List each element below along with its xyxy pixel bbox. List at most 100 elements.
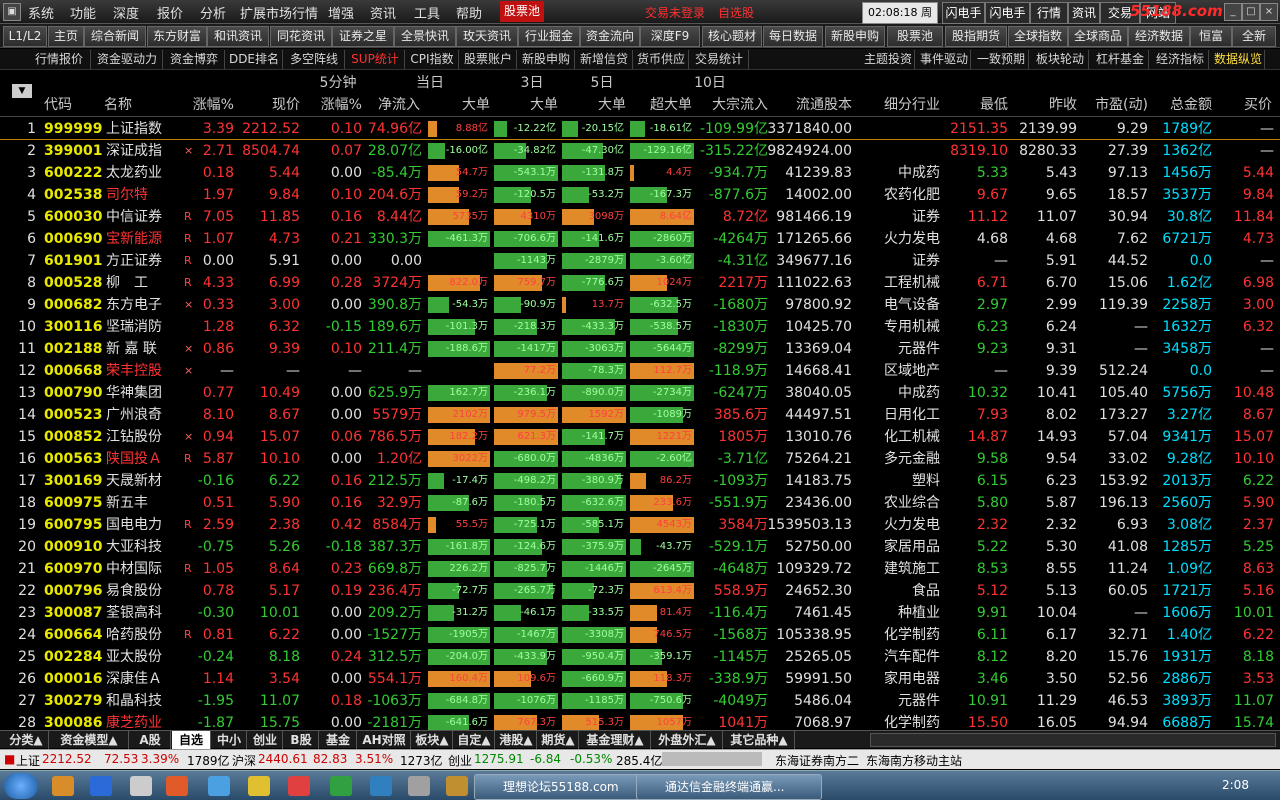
toolbar-button[interactable]: 核心题材	[702, 26, 762, 47]
toolbar-button[interactable]: L1/L2	[3, 26, 47, 47]
right-tab[interactable]: 闪电手	[985, 2, 1030, 24]
toolbar-button[interactable]: 综合新闻	[84, 26, 146, 47]
table-row[interactable]: 14 000523 广州浪奇 8.10 8.67 0.00 5579万 2102万 979.5万…	[0, 404, 1280, 426]
table-row[interactable]: 27 300279 和晶科技 -1.95 11.07 0.18 -1063万 -684.8万 -…	[0, 690, 1280, 712]
toolbar-button[interactable]: 全新	[1232, 26, 1276, 47]
subtab-right[interactable]: 一致预期	[974, 50, 1029, 69]
column-header[interactable]: 总金额	[1170, 94, 1212, 114]
right-tab[interactable]: 资讯	[1068, 2, 1100, 24]
app3-icon[interactable]	[248, 776, 270, 796]
app7-icon[interactable]	[408, 776, 430, 796]
bottom-tab[interactable]: 板块▲	[412, 731, 453, 749]
table-row[interactable]: 9 000682 东方电子 × 0.33 3.00 0.00 390.8万 -54.3万 -90.…	[0, 294, 1280, 316]
subtab[interactable]: SUP统计	[346, 50, 405, 69]
column-header[interactable]: 涨幅%	[321, 94, 362, 114]
table-row[interactable]: 18 600975 新五丰 0.51 5.90 0.16 32.9万 -87.6万 -180.5…	[0, 492, 1280, 514]
table-row[interactable]: 1 999999 上证指数 3.39 2212.52 0.10 74.96亿 8.88亿 -12…	[0, 118, 1280, 140]
toolbar-button[interactable]: 新股申购	[825, 26, 885, 47]
table-row[interactable]: 5 600030 中信证券 R 7.05 11.85 0.16 8.44亿 5735万 4310万…	[0, 206, 1280, 228]
column-header[interactable]: 最低	[980, 94, 1008, 114]
column-header[interactable]: 代码	[44, 94, 72, 114]
table-row[interactable]: 20 000910 大亚科技 -0.75 5.26 -0.18 387.3万 -161.8万 -…	[0, 536, 1280, 558]
subtab[interactable]: 行情报价	[28, 50, 91, 69]
right-tab[interactable]: 行情	[1030, 2, 1068, 24]
column-header[interactable]: 超大单	[650, 94, 692, 114]
subtab-right[interactable]: 主题投资	[862, 50, 915, 69]
bottom-tab[interactable]: 自选	[172, 731, 211, 749]
start-button[interactable]	[4, 773, 38, 799]
bottom-tab[interactable]: 期货▲	[538, 731, 579, 749]
menu-item[interactable]: 系统	[28, 3, 54, 22]
toolbar-button[interactable]: 股指期货	[945, 26, 1007, 47]
table-row[interactable]: 17 300169 天晟新材 -0.16 6.22 0.16 212.5万 -17.4万 -49…	[0, 470, 1280, 492]
column-header[interactable]: 市盈(动)	[1095, 94, 1148, 114]
subtab-right[interactable]: 数据纵览	[1212, 50, 1265, 69]
table-row[interactable]: 15 000852 江钻股份 × 0.94 15.07 0.06 786.5万 182.2万 62…	[0, 426, 1280, 448]
subtab-right[interactable]: 经济指标	[1152, 50, 1209, 69]
table-row[interactable]: 21 600970 中材国际 R 1.05 8.64 0.23 669.8万 226.2万 -82…	[0, 558, 1280, 580]
close-icon[interactable]: ×	[1260, 3, 1278, 21]
subtab[interactable]: DDE排名	[226, 50, 283, 69]
bottom-tab[interactable]: 其它品种▲	[724, 731, 795, 749]
column-header[interactable]: 净流入	[378, 94, 420, 114]
subtab[interactable]: CPI指数	[406, 50, 459, 69]
subtab[interactable]: 资金博弈	[164, 50, 225, 69]
bottom-tab[interactable]: 自定▲	[454, 731, 495, 749]
column-header[interactable]: 买价	[1244, 94, 1272, 114]
subtab[interactable]: 股票账户	[460, 50, 517, 69]
subtab-right[interactable]: 板块轮动	[1032, 50, 1089, 69]
bottom-tab[interactable]: AH对照	[358, 731, 411, 749]
table-row[interactable]: 3 600222 太龙药业 0.18 5.44 0.00 -85.4万 54.7万 -543.1…	[0, 162, 1280, 184]
table-row[interactable]: 6 000690 宝新能源 R 1.07 4.73 0.21 330.3万 -461.3万 -70…	[0, 228, 1280, 250]
menu-item[interactable]: 功能	[70, 3, 96, 22]
table-row[interactable]: 13 000790 华神集团 0.77 10.49 0.00 625.9万 162.7万 -23…	[0, 382, 1280, 404]
subtab[interactable]: 多空阵线	[284, 50, 345, 69]
bottom-tab[interactable]: 基金理财▲	[580, 731, 651, 749]
column-header[interactable]: 细分行业	[884, 94, 940, 114]
table-row[interactable]: 2 399001 深证成指 × 2.71 8504.74 0.07 28.07亿 -16.00亿…	[0, 140, 1280, 162]
toolbar-button[interactable]: 全球商品	[1068, 26, 1128, 47]
app4-icon[interactable]	[288, 776, 310, 796]
bottom-tab[interactable]: 外盘外汇▲	[652, 731, 723, 749]
table-row[interactable]: 7 601901 方正证券 R 0.00 5.91 0.00 0.00 -1143万 -2879万…	[0, 250, 1280, 272]
column-header[interactable]: 大单	[462, 94, 490, 114]
login-status[interactable]: 交易未登录	[645, 4, 705, 21]
menu-item[interactable]: 帮助	[456, 3, 482, 22]
subtab-right[interactable]: 事件驱动	[918, 50, 971, 69]
media-icon[interactable]	[166, 776, 188, 796]
bottom-tab[interactable]: 创业	[248, 731, 283, 749]
app6-icon[interactable]	[370, 776, 392, 796]
minimize-icon[interactable]: _	[1224, 3, 1242, 21]
menu-item[interactable]: 分析	[200, 3, 226, 22]
table-row[interactable]: 24 600664 哈药股份 R 0.81 6.22 0.00 -1527万 -1905万 -14…	[0, 624, 1280, 646]
toolbar-button[interactable]: 股票池	[887, 26, 943, 47]
menu-item[interactable]: 资讯	[370, 3, 396, 22]
subtab[interactable]: 交易统计	[690, 50, 749, 69]
table-row[interactable]: 8 000528 柳 工 R 4.33 6.99 0.28 3724万 822.0万 759.7万…	[0, 272, 1280, 294]
watchlist-link[interactable]: 自选股	[718, 4, 754, 21]
column-header[interactable]: 大单	[598, 94, 626, 114]
toolbar-button[interactable]: 深度F9	[640, 26, 700, 47]
bottom-tab[interactable]: 中小	[212, 731, 247, 749]
bottom-tab[interactable]: 基金	[320, 731, 357, 749]
menu-item[interactable]: 报价	[157, 3, 183, 22]
column-header[interactable]: 流通股本	[796, 94, 852, 114]
horizontal-scrollbar[interactable]	[870, 733, 1276, 747]
maximize-icon[interactable]: □	[1242, 3, 1260, 21]
bottom-tab[interactable]: 港股▲	[496, 731, 537, 749]
subtab[interactable]: 货币供应	[634, 50, 689, 69]
bottom-tab[interactable]: A股	[130, 731, 171, 749]
table-row[interactable]: 19 600795 国电电力 R 2.59 2.38 0.42 8584万 55.5万 -725.…	[0, 514, 1280, 536]
menu-item[interactable]: 增强	[328, 3, 354, 22]
column-header[interactable]: 名称	[104, 94, 132, 114]
ie-icon[interactable]	[90, 776, 112, 796]
stock-pool-tab[interactable]: 股票池	[500, 1, 544, 22]
subtab-right[interactable]: 杠杆基金	[1092, 50, 1149, 69]
sort-menu-icon[interactable]: ▼	[12, 84, 32, 98]
column-header[interactable]: 涨幅%	[193, 94, 234, 114]
menu-item[interactable]: 工具	[414, 3, 440, 22]
task-terminal[interactable]: 通达信金融终端通赢...	[636, 774, 822, 800]
bottom-tab[interactable]: B股	[284, 731, 319, 749]
toolbar-button[interactable]: 同花资讯	[270, 26, 332, 47]
table-row[interactable]: 23 300087 荃银高科 -0.30 10.01 0.00 209.2万 -31.2万 -4…	[0, 602, 1280, 624]
